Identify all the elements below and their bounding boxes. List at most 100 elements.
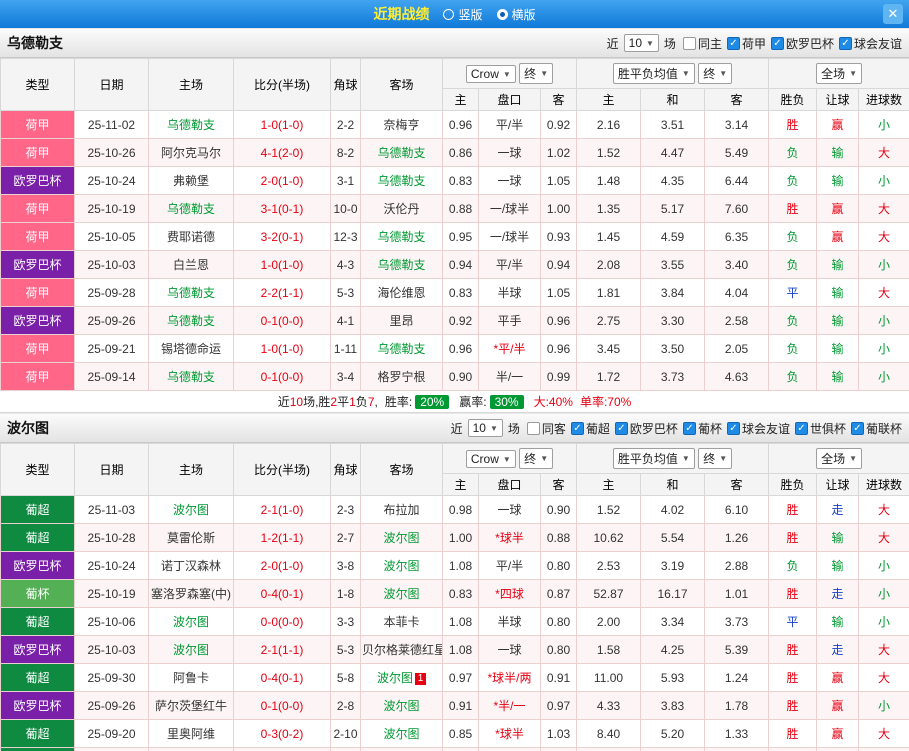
avg-home: 1.52 bbox=[576, 495, 641, 524]
odds-away: 0.90 bbox=[540, 495, 577, 524]
goals-result: 小 bbox=[858, 110, 909, 139]
home-team: 阿鲁卡 bbox=[148, 663, 234, 692]
odds-away: 0.83 bbox=[540, 747, 577, 751]
home-team: 乌德勒支 bbox=[148, 110, 234, 139]
near-count-select[interactable]: 10 ▼ bbox=[623, 34, 659, 52]
horizontal-layout-radio[interactable]: 横版 bbox=[496, 6, 536, 23]
result: 负 bbox=[768, 222, 818, 251]
scope-select[interactable]: 全场 ▼ bbox=[816, 63, 862, 84]
checkbox-checked-icon: ✓ bbox=[838, 36, 852, 50]
league-badge: 荷甲 bbox=[0, 334, 75, 363]
filter-label: 球会友谊 bbox=[853, 36, 902, 51]
odds-away: 1.03 bbox=[540, 719, 577, 748]
avg-type-value: 胜平负均值 bbox=[617, 452, 678, 466]
avg-draw: 5.54 bbox=[640, 523, 705, 552]
filter-checkbox-葡杯[interactable]: ✓ 葡杯 bbox=[682, 420, 722, 437]
dropdown-arrow-icon: ▼ bbox=[540, 454, 549, 463]
away-team: 乌德勒支 bbox=[360, 222, 443, 251]
match-row: 欧罗巴杯 25-10-03 波尔图 2-1(1-1) 5-3 贝尔格莱德红星 1.08 一球 0… bbox=[0, 635, 909, 664]
handicap-result: 赢 bbox=[816, 663, 860, 692]
filter-checkbox-球会友谊[interactable]: ✓ 球会友谊 bbox=[838, 35, 902, 52]
summary-count: 10 bbox=[289, 394, 304, 409]
page-title: 近期战绩 bbox=[373, 6, 430, 22]
match-row: 荷甲 25-11-02 乌德勒支 1-0(1-0) 2-2 奈梅亨 0.96 平/半 0.92 2… bbox=[0, 110, 909, 139]
avg-type-select[interactable]: 胜平负均值 ▼ bbox=[612, 448, 695, 469]
col-goals: 进球数 bbox=[858, 473, 909, 496]
corner-score: 4-3 bbox=[330, 250, 361, 279]
away-team: 波尔图 1 bbox=[360, 663, 443, 692]
match-row: 荷甲 25-09-21 锡塔德命运 1-0(1-0) 1-11 乌德勒支 0.96 *平/半 0… bbox=[0, 334, 909, 363]
handicap: 球半/两 bbox=[478, 747, 541, 751]
odds-company-select[interactable]: Crow ▼ bbox=[465, 65, 516, 83]
corner-score: 5-3 bbox=[330, 635, 361, 664]
handicap-result: 赢 bbox=[816, 719, 860, 748]
filter-checkbox-葡联杯[interactable]: ✓ 葡联杯 bbox=[850, 420, 902, 437]
filter-checkbox-世俱杯[interactable]: ✓ 世俱杯 bbox=[794, 420, 846, 437]
avg-draw: 5.17 bbox=[640, 194, 705, 223]
away-team: 奈梅亨 bbox=[360, 110, 443, 139]
near-count-select[interactable]: 10 ▼ bbox=[467, 419, 503, 437]
result: 胜 bbox=[768, 747, 818, 751]
match-score: 2-0(1-0) bbox=[233, 166, 331, 195]
handicap: 一球 bbox=[478, 495, 541, 524]
team2-section: 波尔图 近 10 ▼ 场 同客 ✓ 葡超 ✓ 欧罗巴杯 ✓ 葡杯 ✓ 球会友谊 ✓ 世俱杯 ✓ 葡联杯 … bbox=[0, 413, 909, 751]
odds-home: 1.08 bbox=[442, 551, 479, 580]
avg-draw: 3.83 bbox=[640, 691, 705, 720]
odds-away: 0.91 bbox=[540, 663, 577, 692]
league-badge: 葡超 bbox=[0, 747, 75, 751]
filter-label: 荷甲 bbox=[741, 36, 766, 51]
odds-final-select[interactable]: 终 ▼ bbox=[519, 448, 554, 469]
goals-result: 大 bbox=[858, 635, 909, 664]
corner-score: 12-3 bbox=[330, 222, 361, 251]
match-row: 荷甲 25-09-14 乌德勒支 0-1(0-0) 3-4 格罗宁根 0.90 半/一 0.99… bbox=[0, 362, 909, 391]
avg-type-select[interactable]: 胜平负均值 ▼ bbox=[612, 63, 695, 84]
avg-final-select[interactable]: 终 ▼ bbox=[698, 63, 733, 84]
match-score: 2-1(1-1) bbox=[233, 635, 331, 664]
scope-select[interactable]: 全场 ▼ bbox=[816, 448, 862, 469]
filter-checkbox-荷甲[interactable]: ✓ 荷甲 bbox=[726, 35, 766, 52]
summary-text: 负 bbox=[355, 395, 368, 409]
match-row: 葡超 25-09-30 阿鲁卡 0-4(0-1) 5-8 波尔图 1 0.97 *球半/两 0.9… bbox=[0, 663, 909, 692]
filter-checkbox-同客[interactable]: 同客 bbox=[526, 420, 566, 437]
match-date: 25-09-26 bbox=[74, 691, 149, 720]
close-button[interactable]: ✕ bbox=[883, 4, 903, 24]
match-score: 1-0(1-0) bbox=[233, 747, 331, 751]
odds-company-select[interactable]: Crow ▼ bbox=[465, 450, 516, 468]
avg-home: 2.16 bbox=[576, 110, 641, 139]
avg-away: 1.24 bbox=[703, 663, 770, 692]
avg-home: 2.75 bbox=[576, 306, 641, 335]
home-team: 波尔图 bbox=[148, 607, 234, 636]
result: 负 bbox=[768, 362, 818, 391]
col-avg-home: 主 bbox=[576, 473, 641, 496]
match-score: 0-4(0-1) bbox=[233, 579, 331, 608]
goals-result: 小 bbox=[858, 362, 909, 391]
avg-final-select[interactable]: 终 ▼ bbox=[698, 448, 733, 469]
filter-checkbox-球会友谊[interactable]: ✓ 球会友谊 bbox=[726, 420, 790, 437]
filter-checkbox-欧罗巴杯[interactable]: ✓ 欧罗巴杯 bbox=[614, 420, 678, 437]
filter-checkbox-同主[interactable]: 同主 bbox=[682, 35, 722, 52]
close-icon: ✕ bbox=[887, 6, 899, 21]
avg-away: 2.58 bbox=[703, 306, 770, 335]
odds-home: 1.00 bbox=[442, 523, 479, 552]
away-team: 波尔图 bbox=[360, 523, 443, 552]
odds-final-select[interactable]: 终 ▼ bbox=[519, 63, 554, 84]
handicap-result: 走 bbox=[816, 495, 860, 524]
team2-name: 波尔图 bbox=[7, 420, 49, 436]
avg-draw: 4.35 bbox=[640, 166, 705, 195]
avg-draw: 3.34 bbox=[640, 607, 705, 636]
handicap-result: 输 bbox=[816, 747, 860, 751]
league-badge: 荷甲 bbox=[0, 362, 75, 391]
goals-result: 大 bbox=[858, 194, 909, 223]
col-away: 客场 bbox=[360, 58, 443, 111]
away-team: 沃伦丹 bbox=[360, 194, 443, 223]
match-score: 0-1(0-0) bbox=[233, 691, 331, 720]
filter-checkbox-欧罗巴杯[interactable]: ✓ 欧罗巴杯 bbox=[770, 35, 834, 52]
handicap: 平/半 bbox=[478, 551, 541, 580]
goals-result: 大 bbox=[858, 495, 909, 524]
filter-checkbox-葡超[interactable]: ✓ 葡超 bbox=[570, 420, 610, 437]
avg-away: 1.78 bbox=[703, 691, 770, 720]
table-header-row: 类型 日期 主场 比分(半场) 角球 客场 Crow ▼ 终 ▼ 胜平负均值 ▼ 终 ▼… bbox=[0, 443, 909, 496]
col-score: 比分(半场) bbox=[233, 443, 331, 496]
vertical-layout-radio[interactable]: 竖版 bbox=[443, 6, 483, 23]
dropdown-arrow-icon: ▼ bbox=[681, 454, 690, 463]
